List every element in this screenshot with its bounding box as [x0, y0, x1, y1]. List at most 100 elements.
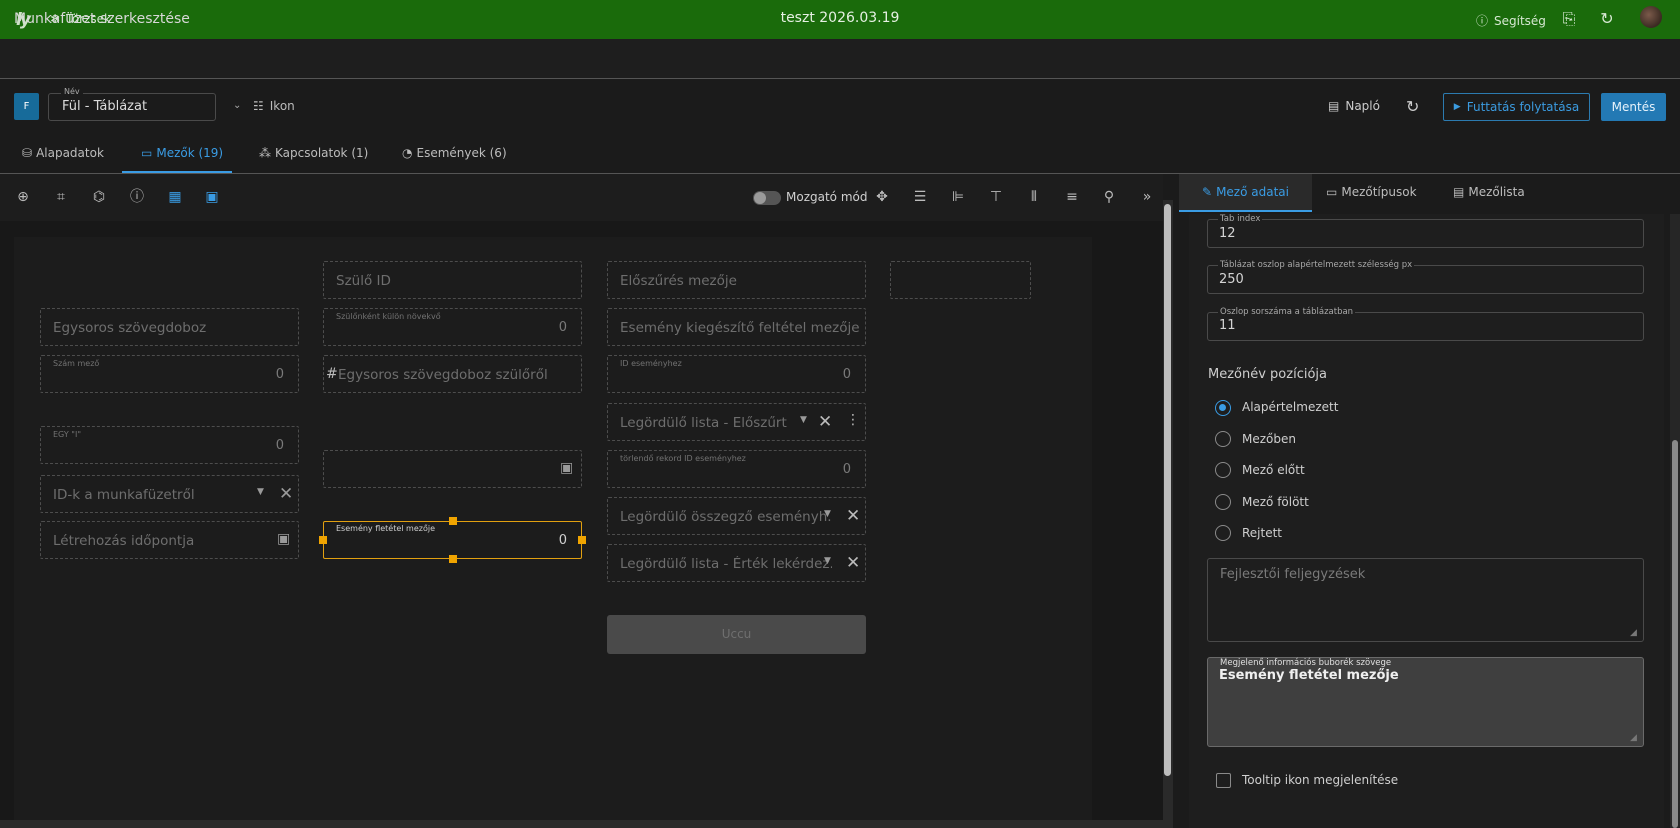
tab-index-value[interactable]: 12: [1219, 226, 1236, 241]
field-egysoros-szulorol[interactable]: # Egysoros szövegdoboz szülőről: [323, 355, 582, 393]
crop-icon[interactable]: ⌗: [52, 188, 70, 206]
tab-mezok[interactable]: ▭ Mezők (19): [141, 146, 223, 160]
move-mode-label: Mozgató mód: [786, 190, 868, 204]
save-button[interactable]: Mentés: [1601, 93, 1666, 121]
field-date[interactable]: ▣: [323, 450, 582, 488]
tooltip-icon-label: Tooltip ikon megjelenítése: [1242, 773, 1399, 787]
align-center-icon[interactable]: ≡: [1063, 188, 1081, 206]
field-placeholder: ID-k a munkafüzetről: [53, 487, 195, 503]
radio-mezo-elott[interactable]: [1215, 462, 1231, 478]
log-label: Napló: [1345, 99, 1380, 113]
tab-mezotipusok[interactable]: ▭ Mezőtípusok: [1326, 185, 1417, 199]
clear-icon[interactable]: ✕: [279, 484, 293, 504]
radio-alapertelmezett[interactable]: [1215, 400, 1231, 416]
calendar-icon[interactable]: ▣: [277, 531, 290, 547]
field-egy[interactable]: EGY "I" 0: [40, 426, 299, 464]
resize-handle-top[interactable]: [449, 517, 457, 525]
move-icon[interactable]: ✥: [873, 188, 891, 206]
log-button[interactable]: ▤ Napló: [1328, 99, 1380, 113]
right-scrollbar-thumb[interactable]: [1672, 440, 1678, 828]
field-value: 0: [842, 367, 851, 382]
move-mode-toggle[interactable]: [753, 191, 781, 205]
field-szam[interactable]: Szám mező 0: [40, 355, 299, 393]
field-id-munkafuzet[interactable]: ID-k a munkafüzetről ▼ ✕: [40, 475, 299, 513]
play-icon: ▶: [1453, 102, 1461, 112]
field-eloszures[interactable]: Előszűrés mezője: [607, 261, 866, 299]
resize-grip-icon[interactable]: ◢: [1630, 733, 1637, 743]
field-egysoros-szovegdoboz[interactable]: Egysoros szövegdoboz: [40, 308, 299, 346]
field-esemeny-feltetel[interactable]: Esemény fletétel mezője 0: [323, 521, 582, 559]
distribute-horizontal-icon[interactable]: ⫴: [1025, 188, 1043, 206]
field-legordulo-osszegzo[interactable]: Legördülő összegző eseményh... ▼ ✕: [607, 497, 866, 535]
align-top-icon[interactable]: ⊤: [987, 188, 1005, 206]
more-vertical-icon[interactable]: ⋮: [846, 412, 860, 428]
name-field-value[interactable]: Fül - Táblázat: [62, 99, 147, 114]
radio-rejtett[interactable]: [1215, 525, 1231, 541]
tooltip-icon-checkbox[interactable]: [1216, 773, 1231, 788]
field-empty[interactable]: [890, 261, 1031, 299]
tab-alapadatok[interactable]: ⛁ Alapadatok: [22, 146, 104, 160]
reload-icon[interactable]: ↻: [1406, 97, 1419, 116]
resize-grip-icon[interactable]: ◢: [1630, 628, 1637, 638]
zoom-icon[interactable]: ⚲: [1100, 188, 1118, 206]
chevron-down-icon[interactable]: ⌄: [233, 100, 241, 111]
distribute-vertical-icon[interactable]: ☰: [911, 188, 929, 206]
resize-handle-bottom[interactable]: [449, 555, 457, 563]
run-continue-button[interactable]: ▶ Futtatás folytatása: [1443, 93, 1590, 121]
alert-icon[interactable]: ⓘ: [128, 188, 146, 206]
add-icon[interactable]: ⊕: [14, 188, 32, 206]
avatar[interactable]: [1640, 6, 1662, 28]
horizontal-scrollbar[interactable]: [0, 820, 1163, 828]
tab-mezolista[interactable]: ▤ Mezőlista: [1453, 185, 1525, 199]
field-torlendo[interactable]: törlendő rekord ID eseményhez 0: [607, 450, 866, 488]
field-legordulo-eloszurt[interactable]: Legördülő lista - Előszűrt ▼ ✕ ⋮: [607, 403, 866, 441]
radio-mezo-folott[interactable]: [1215, 494, 1231, 510]
field-szulonkent[interactable]: Szülőnként külön növekvő 0: [323, 308, 582, 346]
radio-mezoben[interactable]: [1215, 431, 1231, 447]
tag-icon[interactable]: ⌬: [90, 188, 108, 206]
app: ly ✲ Törzsek teszt 2026.03.19 ⓘ Segítség…: [0, 0, 1680, 828]
tab-index-label: Tab index: [1218, 214, 1263, 224]
tab-mezo-adatai[interactable]: ✎ Mező adatai: [1202, 185, 1289, 199]
help-button[interactable]: ⓘ Segítség: [1476, 12, 1546, 29]
table-icon[interactable]: ▦: [166, 188, 184, 206]
tab-index-field[interactable]: [1207, 219, 1644, 248]
ikon-label: Ikon: [269, 99, 295, 113]
tab-esemenyek[interactable]: ◔ Események (6): [402, 146, 507, 160]
radio-label: Mező fölött: [1242, 495, 1309, 509]
field-esemeny-kiegeszito[interactable]: Esemény kiegészítő feltétel mezője: [607, 308, 866, 346]
clear-icon[interactable]: ✕: [846, 553, 860, 573]
clear-icon[interactable]: ✕: [846, 506, 860, 526]
scrollbar-thumb[interactable]: [1164, 204, 1171, 776]
align-left-icon[interactable]: ⊫: [949, 188, 967, 206]
id-icon[interactable]: ▣: [203, 188, 221, 206]
tab-label: Mezőtípusok: [1341, 185, 1417, 199]
field-legordulo-ertek[interactable]: Legördülő lista - Érték lekérdez... ▼ ✕: [607, 544, 866, 582]
dropdown-arrow-icon[interactable]: ▼: [800, 415, 807, 425]
uccu-button[interactable]: Uccu: [607, 615, 866, 654]
clipboard-search-icon[interactable]: ⎘: [1559, 9, 1579, 29]
double-chevron-right-icon[interactable]: »: [1138, 188, 1156, 206]
icon-badge[interactable]: F: [14, 93, 39, 120]
resize-handle-left[interactable]: [319, 536, 327, 544]
field-letrehozas[interactable]: Létrehozás időpontja ▣: [40, 521, 299, 559]
tab-label: Kapcsolatok (1): [275, 146, 369, 160]
tooltip-text-value[interactable]: Esemény fletétel mezője: [1219, 668, 1399, 683]
help-label: Segítség: [1494, 13, 1546, 28]
dropdown-arrow-icon[interactable]: ▼: [824, 556, 831, 566]
fields-icon: ▭: [141, 146, 153, 160]
field-id-esemenyhez[interactable]: ID eseményhez 0: [607, 355, 866, 393]
field-value: 0: [842, 462, 851, 477]
column-order-value[interactable]: 11: [1219, 318, 1236, 333]
field-szulo-id[interactable]: Szülő ID: [323, 261, 582, 299]
resize-handle-right[interactable]: [578, 536, 586, 544]
refresh-icon[interactable]: ↻: [1597, 9, 1617, 29]
tab-kapcsolatok[interactable]: ⁂ Kapcsolatok (1): [259, 146, 368, 160]
clear-icon[interactable]: ✕: [818, 412, 832, 432]
ikon-button[interactable]: ☷ Ikon: [253, 99, 295, 113]
calendar-icon[interactable]: ▣: [560, 460, 573, 476]
column-width-value[interactable]: 250: [1219, 272, 1244, 287]
dropdown-arrow-icon[interactable]: ▼: [824, 509, 831, 519]
dropdown-arrow-icon[interactable]: ▼: [257, 487, 264, 497]
tab-label: Események (6): [416, 146, 507, 160]
